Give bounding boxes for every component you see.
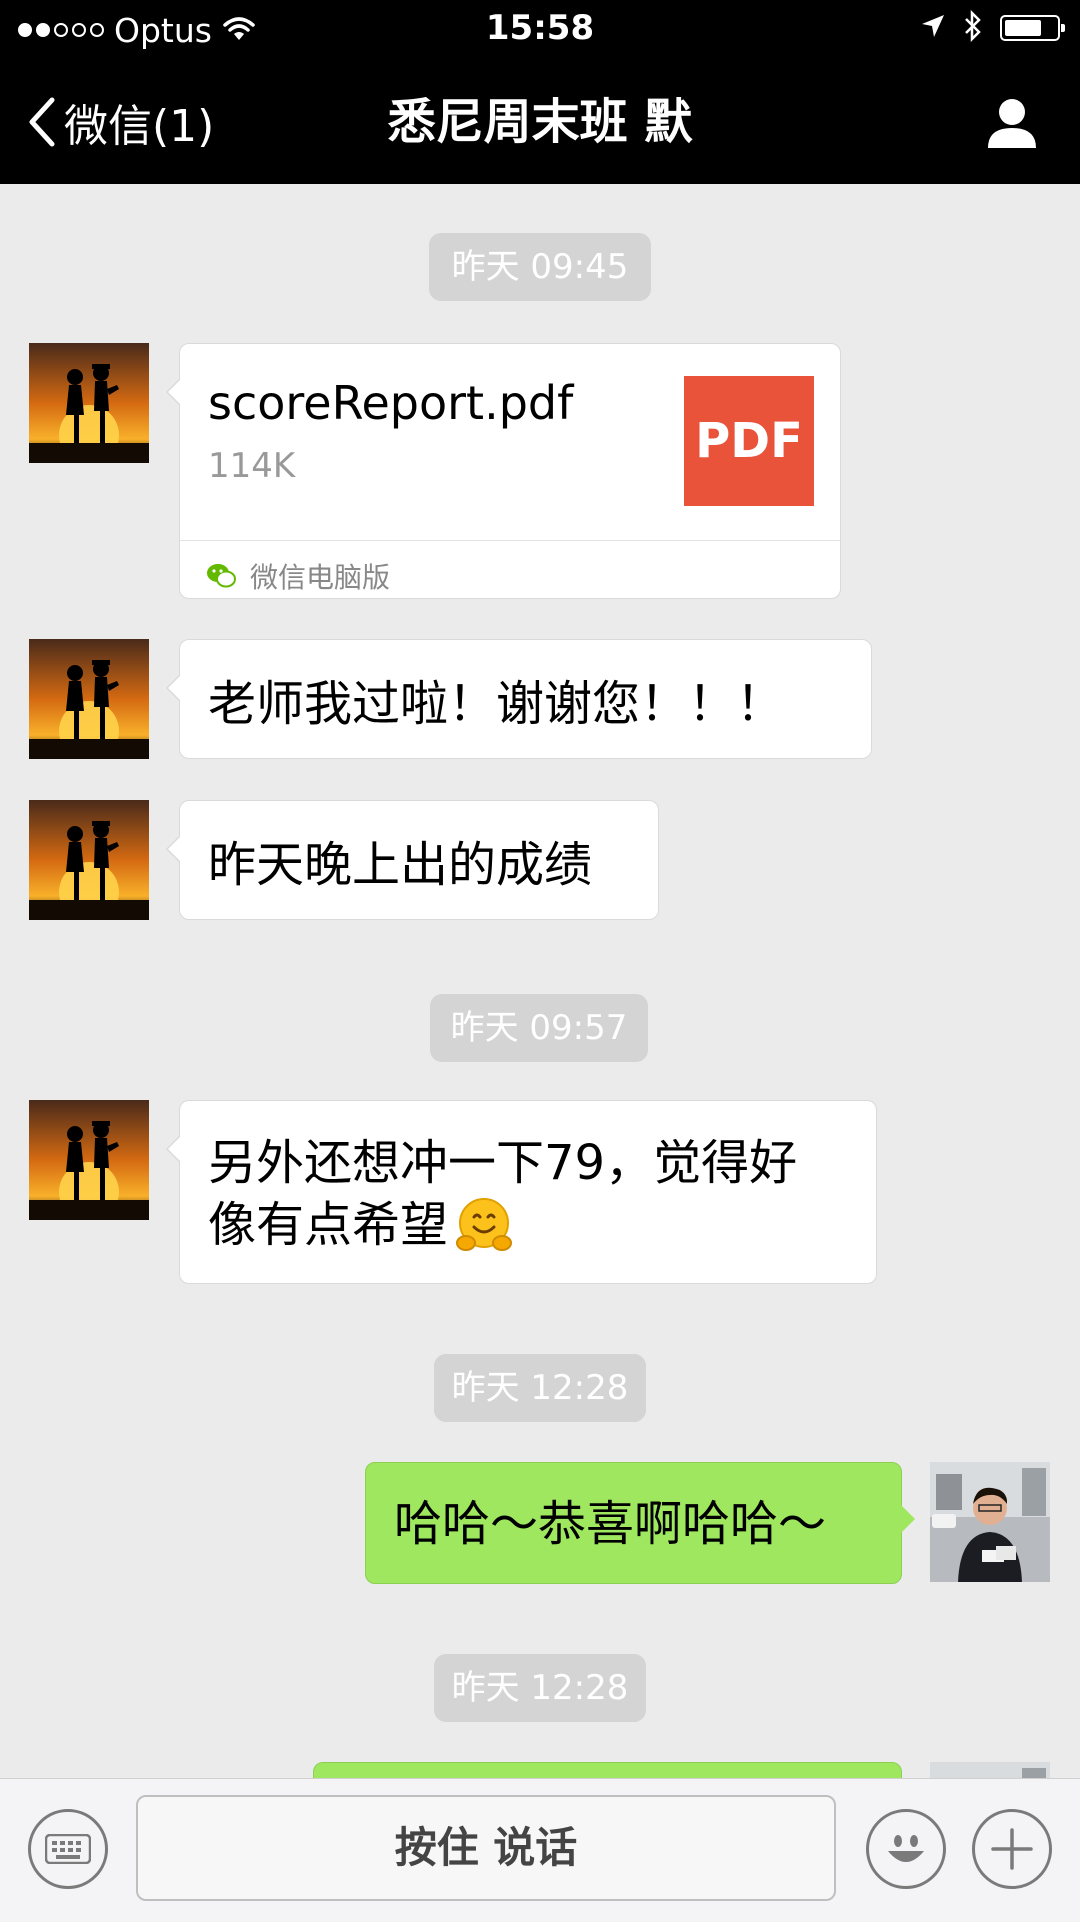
plus-icon [991,1828,1033,1870]
timestamp: 昨天 12:28 [434,1354,646,1422]
avatar[interactable] [29,800,149,920]
more-button[interactable] [972,1809,1052,1889]
file-name: scoreReport.pdf [208,376,574,430]
emoji-icon [888,1835,924,1862]
avatar[interactable] [29,343,149,463]
hug-emoji-icon [456,1198,513,1251]
message-line: 像有点希望 [208,1193,797,1257]
chat-title: 悉尼周末班 默 [387,94,693,150]
message-line-text: 像有点希望 [208,1197,449,1253]
pdf-file-icon: PDF [684,376,814,506]
incoming-message[interactable]: 老师我过啦！谢谢您！！！ [166,639,872,759]
profile-icon [988,99,1036,148]
message-line: 另外还想冲一下79，觉得好 [208,1135,798,1191]
timestamp: 昨天 12:28 [434,1654,646,1722]
file-source: 微信电脑版 [206,556,390,596]
outgoing-message[interactable] [313,1762,902,1778]
chat-area[interactable]: 昨天 09:45 scoreReport.pdf 114K PDF 微信电脑版 … [0,184,1080,1778]
incoming-message[interactable]: 另外还想冲一下79，觉得好 像有点希望 [166,1100,877,1284]
hold-to-talk-button[interactable]: 按住 说话 [136,1795,836,1901]
keyboard-icon [45,1834,91,1864]
status-time: 15:58 [485,8,595,48]
battery-icon [1000,15,1065,41]
avatar[interactable] [930,1462,1050,1582]
profile-button[interactable] [984,94,1040,154]
message-text: 老师我过啦！谢谢您！！！ [208,676,785,732]
avatar[interactable] [930,1762,1050,1778]
nav-bar: 微信(1) 悉尼周末班 默 [0,60,1080,184]
avatar[interactable] [29,1100,149,1220]
wechat-logo-icon [207,564,236,588]
status-bar: Optus 15:58 [0,0,1080,60]
divider [180,540,840,541]
location-arrow-icon [920,13,946,43]
bluetooth-icon [962,9,984,46]
keyboard-toggle-button[interactable] [28,1809,108,1889]
timestamp: 昨天 09:45 [429,233,651,301]
input-bar: 按住 说话 [0,1778,1080,1922]
status-right [920,9,1065,46]
message-text: 另外还想冲一下79，觉得好 像有点希望 [208,1133,797,1257]
message-text: 昨天晚上出的成绩 [208,837,593,893]
timestamp: 昨天 09:57 [430,994,648,1062]
emoji-button[interactable] [866,1809,946,1889]
incoming-message[interactable]: 昨天晚上出的成绩 [166,800,659,920]
file-source-label: 微信电脑版 [250,561,391,594]
file-size: 114K [208,446,296,486]
outgoing-message[interactable]: 哈哈～恭喜啊哈哈～ [365,1462,915,1584]
avatar[interactable] [29,639,149,759]
message-text: 哈哈～恭喜啊哈哈～ [394,1496,827,1552]
file-message[interactable]: scoreReport.pdf 114K PDF 微信电脑版 [166,343,841,599]
